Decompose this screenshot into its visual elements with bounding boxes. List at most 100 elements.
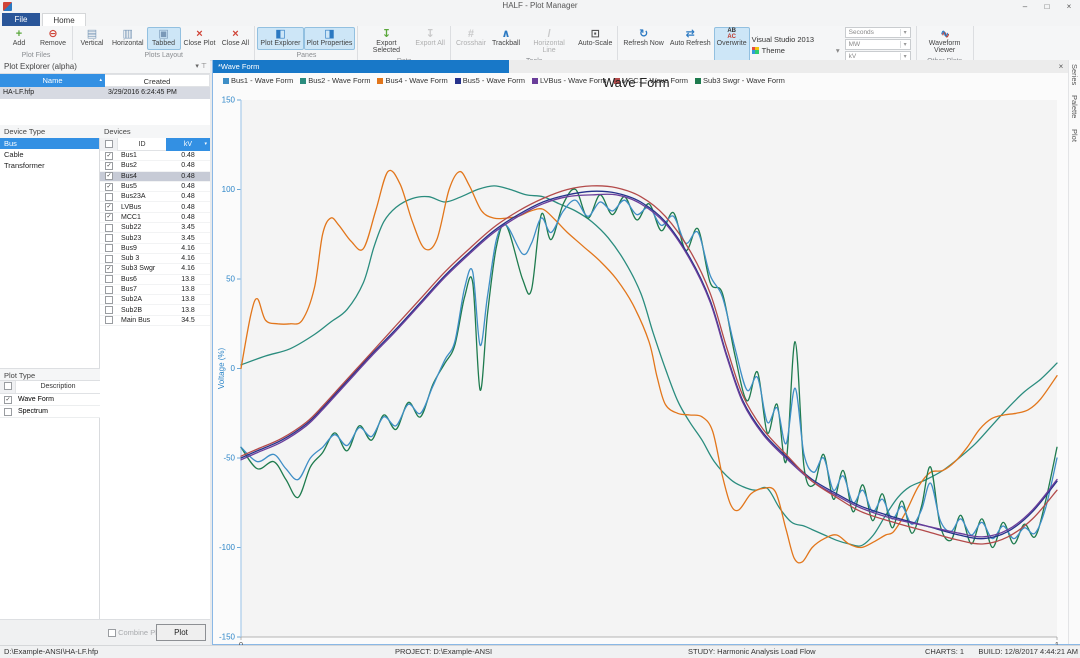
combo-mw[interactable]: MW▾ [845,39,911,50]
auto-scale-button[interactable]: ⊡Auto-Scale [575,27,615,56]
device-row[interactable]: Bus40.48 [100,172,210,182]
device-row[interactable]: Main Bus34.5 [100,316,210,326]
dropdown-icon[interactable]: ▾ [195,63,199,70]
device-checkbox[interactable] [105,234,113,242]
side-tab-series[interactable]: Series [1070,64,1079,85]
crosshair-button[interactable]: #Crosshair [453,27,489,56]
export-all-button[interactable]: ↧Export All [412,27,448,56]
device-row[interactable]: Sub2A13.8 [100,295,210,305]
device-checkbox[interactable] [105,286,113,294]
device-checkbox[interactable] [105,316,113,324]
tab-file[interactable]: File [2,13,40,26]
tab-home[interactable]: Home [42,13,86,26]
device-row[interactable]: Sub2B13.8 [100,305,210,315]
column-header-description[interactable]: Description [16,381,100,393]
device-checkbox[interactable] [105,203,113,211]
device-row[interactable]: LVBus0.48 [100,202,210,212]
unit-combos: Seconds▾MW▾kV▾ [845,27,911,62]
close-plot-button[interactable]: ×Close Plot [181,27,219,50]
device-row[interactable]: Bus50.48 [100,182,210,192]
legend-item-sub3-swgr[interactable]: Sub3 Swgr - Wave Form [695,76,785,85]
trackball-button[interactable]: ∧Trackball [489,27,523,56]
horizontal-line-button[interactable]: /Horizontal Line [523,27,575,56]
chevron-down-icon[interactable]: ▾ [900,29,910,36]
device-type-item-cable[interactable]: Cable [0,149,99,160]
add-button[interactable]: +Add [2,27,36,50]
combine-plot-box[interactable] [108,629,116,637]
side-tab-palette[interactable]: Palette [1070,95,1079,118]
device-type-item-bus[interactable]: Bus [0,138,99,149]
plot-type-checkbox[interactable] [4,396,12,404]
theme-selector[interactable]: Visual Studio 2013Theme▾ [752,27,840,62]
remove-button[interactable]: ⊖Remove [36,27,70,50]
close-button[interactable]: × [1058,0,1080,13]
device-row[interactable]: Sub3 Swgr4.16 [100,264,210,274]
plot-button[interactable]: Plot [156,624,206,641]
select-all-checkbox-cell[interactable] [100,138,118,151]
tabbed-button[interactable]: ▣Tabbed [147,27,181,50]
plot-type-select-all-cell[interactable] [0,381,16,393]
device-checkbox[interactable] [105,162,113,170]
theme-dropdown[interactable]: Theme▾ [752,46,840,55]
plot-type-row[interactable]: Wave Form [0,394,100,406]
device-checkbox[interactable] [105,265,113,273]
chevron-down-icon[interactable]: ▾ [900,41,910,48]
combine-plot-checkbox[interactable]: Combine Plot [108,628,163,637]
column-header-id[interactable]: ID [118,138,166,151]
chevron-down-icon[interactable]: ▾ [900,53,910,60]
device-row[interactable]: Bus23A0.48 [100,192,210,202]
close-all-icon: × [232,28,238,40]
device-row[interactable]: Sub223.45 [100,223,210,233]
waveform-viewer-button[interactable]: ∿Waveform Viewer [919,27,971,56]
column-header-created[interactable]: Created [105,74,210,87]
plot-type-select-all-checkbox[interactable] [4,382,12,390]
maximize-button[interactable]: □ [1036,0,1058,13]
device-row[interactable]: MCC10.48 [100,213,210,223]
legend-item-bus5[interactable]: Bus5 - Wave Form [455,76,525,85]
side-tab-plot[interactable]: Plot [1070,129,1079,142]
legend-item-bus2[interactable]: Bus2 - Wave Form [300,76,370,85]
device-checkbox[interactable] [105,296,113,304]
legend-item-lvbus[interactable]: LVBus - Wave Form [532,76,607,85]
device-checkbox[interactable] [105,306,113,314]
plot-explorer-button[interactable]: ◧Plot Explorer [257,27,303,50]
combo-seconds[interactable]: Seconds▾ [845,27,911,38]
plot-type-checkbox[interactable] [4,408,12,416]
plot-properties-button[interactable]: ◨Plot Properties [304,27,356,50]
tab-wave-form[interactable]: *Wave Form [213,60,509,73]
overwrite-button[interactable]: ABACOverwrite [714,27,750,62]
device-checkbox[interactable] [105,244,113,252]
vertical-button[interactable]: ▤Vertical [75,27,109,50]
device-row[interactable]: Sub 34.16 [100,254,210,264]
device-row[interactable]: Bus713.8 [100,285,210,295]
device-row[interactable]: Bus94.16 [100,244,210,254]
minimize-button[interactable]: – [1014,0,1036,13]
device-row[interactable]: Sub233.45 [100,233,210,243]
auto-refresh-button[interactable]: ⇄Auto Refresh [667,27,714,62]
device-checkbox[interactable] [105,255,113,263]
device-checkbox[interactable] [105,172,113,180]
horizontal-button[interactable]: ▥Horizontal [109,27,147,50]
export-selected-button[interactable]: ↧Export Selected [360,27,412,56]
close-document-icon[interactable]: × [1054,60,1068,73]
close-all-button[interactable]: ×Close All [218,27,252,50]
device-row[interactable]: Bus10.48 [100,151,210,161]
device-checkbox[interactable] [105,152,113,160]
select-all-checkbox[interactable] [105,140,113,148]
device-type-item-transformer[interactable]: Transformer [0,160,99,171]
device-row[interactable]: Bus20.48 [100,161,210,171]
legend-item-bus4[interactable]: Bus4 - Wave Form [377,76,447,85]
device-row[interactable]: Bus613.8 [100,275,210,285]
legend-item-bus1[interactable]: Bus1 - Wave Form [223,76,293,85]
device-checkbox[interactable] [105,275,113,283]
refresh-now-button[interactable]: ↻Refresh Now [620,27,666,62]
plot-file-row[interactable]: HA-LF.hfp3/29/2016 6:24:45 PM [0,87,210,99]
device-checkbox[interactable] [105,213,113,221]
device-checkbox[interactable] [105,224,113,232]
column-header-name[interactable]: Name▴ [0,74,105,87]
device-checkbox[interactable] [105,193,113,201]
pin-icon[interactable]: ⊤ [201,63,207,70]
plot-type-row[interactable]: Spectrum [0,406,100,418]
column-header-kv[interactable]: kV▾ [166,138,210,151]
device-checkbox[interactable] [105,183,113,191]
